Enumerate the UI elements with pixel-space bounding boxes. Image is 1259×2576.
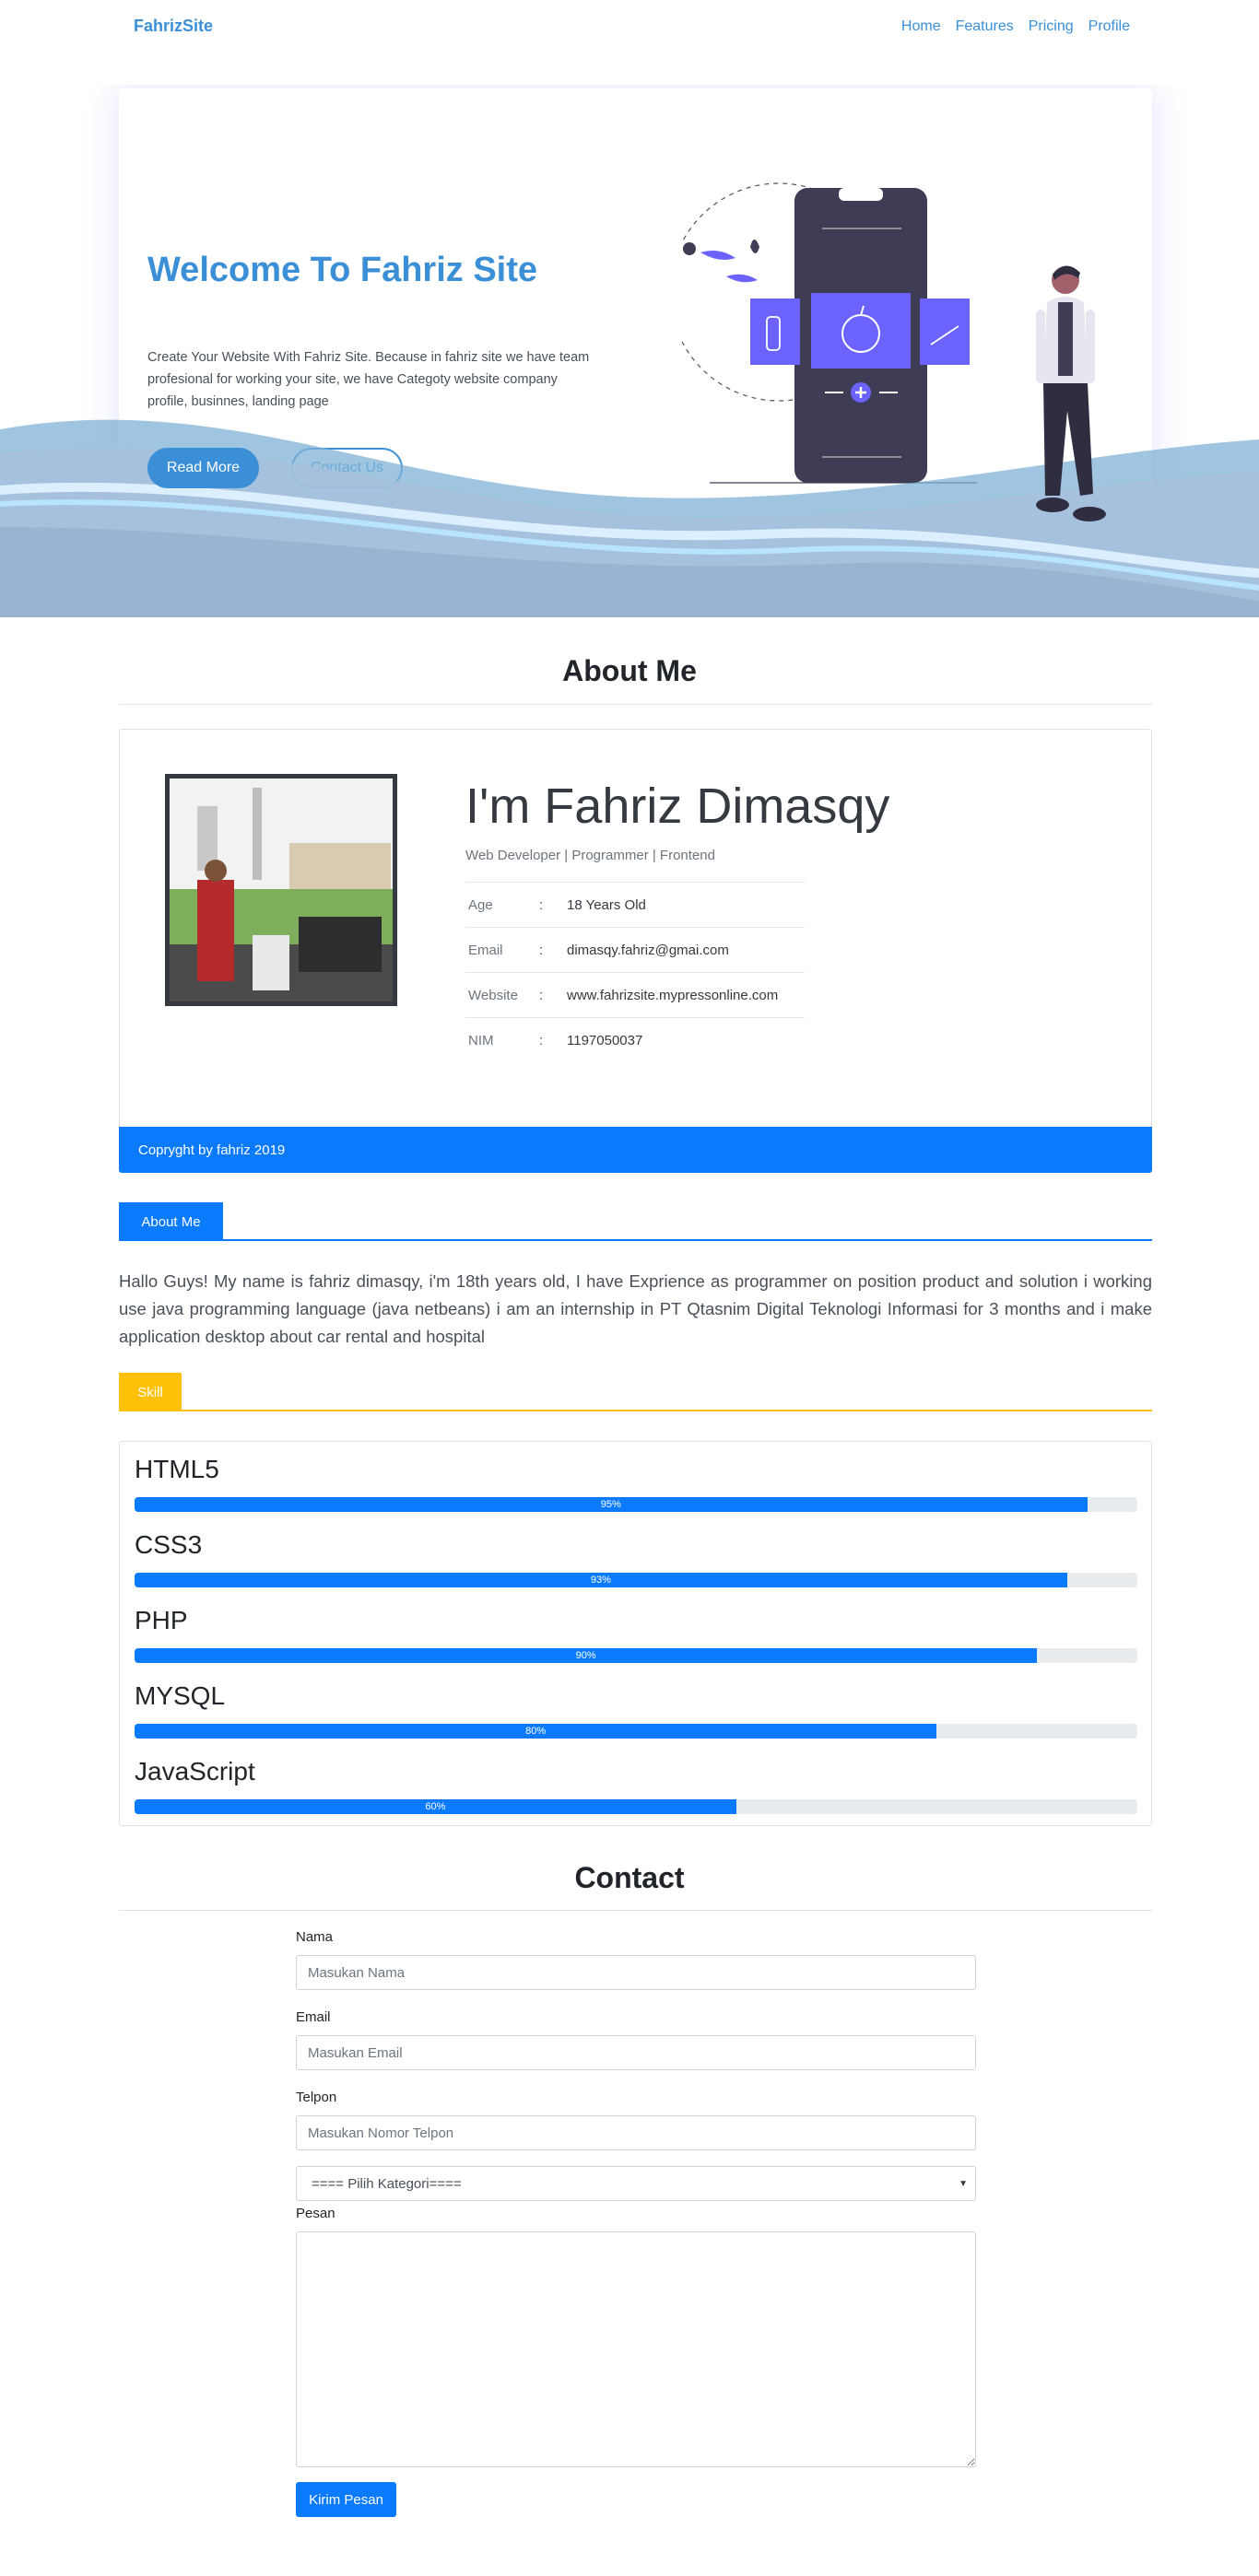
info-key: Age — [468, 896, 493, 913]
contact-section-title: Contact — [574, 1861, 685, 1894]
contact-us-button[interactable]: Contact Us — [291, 448, 403, 488]
tab-about-me[interactable]: About Me — [119, 1202, 223, 1241]
skill-name: HTML5 — [135, 1455, 219, 1483]
chevron-down-icon: ▼ — [959, 2179, 968, 2189]
info-value: dimasqy.fahriz@gmai.com — [567, 942, 729, 958]
profile-card: I'm Fahriz Dimasqy Web Developer | Progr… — [119, 729, 1152, 1173]
progress-track: 95% — [135, 1497, 1137, 1512]
progress-bar: 80% — [135, 1724, 937, 1739]
info-row-website: Website : www.fahrizsite.mypressonline.c… — [465, 972, 805, 1017]
divider — [119, 704, 1152, 705]
email-input[interactable] — [296, 2035, 976, 2070]
nav-link-profile[interactable]: Profile — [1088, 18, 1130, 35]
kirim-pesan-button[interactable]: Kirim Pesan — [296, 2482, 396, 2517]
person-illustration — [1036, 265, 1106, 521]
nav-link-home[interactable]: Home — [901, 18, 941, 35]
kategori-select[interactable]: ==== Pilih Kategori==== ▼ — [296, 2166, 976, 2201]
email-label: Email — [296, 2009, 331, 2025]
skill-name: PHP — [135, 1606, 188, 1634]
progress-track: 80% — [135, 1724, 1137, 1739]
kategori-selected-value: ==== Pilih Kategori==== — [312, 2175, 462, 2192]
skill-name: CSS3 — [135, 1530, 203, 1559]
progress-track: 90% — [135, 1648, 1137, 1663]
progress-track: 60% — [135, 1799, 1137, 1814]
telpon-label: Telpon — [296, 2090, 337, 2105]
tab-skill[interactable]: Skill — [119, 1373, 182, 1411]
skill-javascript: JavaScript 60% — [135, 1757, 1137, 1814]
profile-info-table: Age : 18 Years Old Email : dimasqy.fahri… — [465, 882, 805, 1062]
progress-bar: 90% — [135, 1648, 1038, 1663]
hero-section: Welcome To Fahriz Site Create Your Websi… — [0, 85, 1259, 617]
info-colon: : — [539, 942, 544, 958]
navbar: FahrizSite Home Features Pricing Profile — [0, 0, 1259, 53]
hero-title: Welcome To Fahriz Site — [147, 251, 538, 289]
progress-bar: 93% — [135, 1573, 1067, 1587]
progress-bar: 60% — [135, 1799, 736, 1814]
info-row-age: Age : 18 Years Old — [465, 882, 805, 927]
skill-name: JavaScript — [135, 1757, 255, 1786]
info-key: Website — [468, 987, 518, 1003]
progress-bar: 95% — [135, 1497, 1088, 1512]
about-section-title: About Me — [562, 654, 697, 687]
nav-link-features[interactable]: Features — [956, 18, 1014, 35]
nav-link-pricing[interactable]: Pricing — [1029, 18, 1074, 35]
divider — [119, 1910, 1152, 1911]
brand-logo[interactable]: FahrizSite — [134, 17, 213, 36]
profile-role: Web Developer | Programmer | Frontend — [465, 848, 715, 863]
info-value: 1197050037 — [567, 1032, 643, 1048]
info-colon: : — [539, 896, 544, 913]
profile-photo-image — [170, 779, 393, 1001]
pesan-label: Pesan — [296, 2206, 335, 2221]
about-me-text: Hallo Guys! My name is fahriz dimasqy, i… — [119, 1271, 1152, 1346]
skill-css3: CSS3 93% — [135, 1530, 1137, 1587]
info-key: NIM — [468, 1032, 494, 1048]
nama-label: Nama — [296, 1929, 334, 1945]
profile-photo — [165, 774, 397, 1006]
info-value: 18 Years Old — [567, 896, 646, 913]
profile-name: I'm Fahriz Dimasqy — [465, 779, 890, 834]
card-footer-copyright: Copryght by fahriz 2019 — [119, 1127, 1152, 1173]
nama-input[interactable] — [296, 1955, 976, 1990]
skill-php: PHP 90% — [135, 1606, 1137, 1663]
read-more-button[interactable]: Read More — [147, 448, 259, 488]
nav-links: Home Features Pricing Profile — [901, 18, 1130, 35]
progress-track: 93% — [135, 1573, 1137, 1587]
info-value: www.fahrizsite.mypressonline.com — [567, 987, 779, 1003]
skill-html5: HTML5 95% — [135, 1455, 1137, 1512]
info-row-email: Email : dimasqy.fahriz@gmai.com — [465, 927, 805, 972]
telpon-input[interactable] — [296, 2115, 976, 2150]
skill-card: HTML5 95% CSS3 93% PHP 90% MYSQL 80% Jav… — [119, 1441, 1152, 1826]
info-key: Email — [468, 942, 503, 958]
phone-illustration — [682, 182, 977, 484]
info-colon: : — [539, 1032, 544, 1048]
skill-mysql: MYSQL 80% — [135, 1681, 1137, 1739]
info-row-nim: NIM : 1197050037 — [465, 1017, 805, 1062]
info-colon: : — [539, 987, 544, 1003]
tab-underline — [119, 1239, 1152, 1241]
hero-description: Create Your Website With Fahriz Site. Be… — [147, 350, 590, 409]
skill-name: MYSQL — [135, 1681, 226, 1710]
tab-underline — [119, 1410, 1152, 1411]
pesan-textarea[interactable] — [296, 2231, 976, 2467]
